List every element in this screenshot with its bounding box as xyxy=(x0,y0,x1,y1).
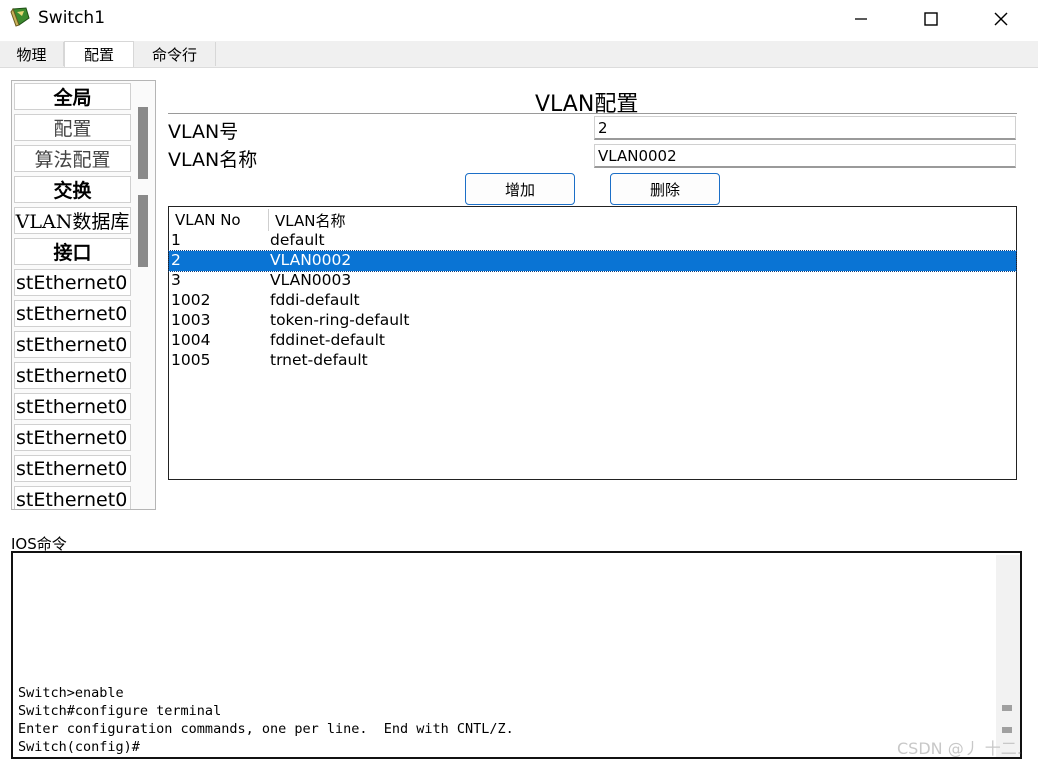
tab-physical[interactable]: 物理 xyxy=(0,42,64,66)
sidebar-nav: 全局 配置 算法配置 交换 VLAN数据库 接口 stEthernet0 stE… xyxy=(11,80,156,510)
maximize-icon xyxy=(924,12,938,26)
sidebar-item-ethernet[interactable]: stEthernet0 xyxy=(14,424,131,451)
title-divider xyxy=(168,113,1017,114)
vlan-id-cell: 3 xyxy=(171,271,181,289)
sidebar-scroll-thumb[interactable] xyxy=(138,195,148,267)
column-header-vlan-no[interactable]: VLAN No xyxy=(175,209,241,231)
vlan-number-label: VLAN号 xyxy=(168,121,239,143)
minimize-icon xyxy=(855,18,867,20)
add-vlan-button[interactable]: 增加 xyxy=(465,173,575,205)
table-row[interactable]: 1002 fddi-default xyxy=(169,291,1016,311)
vlan-name-label: VLAN名称 xyxy=(168,149,258,171)
close-icon xyxy=(994,12,1008,26)
sidebar-item-algorithm[interactable]: 算法配置 xyxy=(14,145,131,172)
sidebar-item-switching[interactable]: 交换 xyxy=(14,176,131,203)
maximize-button[interactable] xyxy=(896,0,966,38)
vlan-name-cell: fddi-default xyxy=(270,291,360,309)
sidebar-item-interface[interactable]: 接口 xyxy=(14,238,131,265)
table-row[interactable]: 3 VLAN0003 xyxy=(169,271,1016,291)
vlan-table: VLAN No VLAN名称 1 default 2 VLAN0002 3 VL… xyxy=(168,206,1017,480)
column-divider[interactable] xyxy=(268,209,269,231)
vlan-name-cell: fddinet-default xyxy=(270,331,386,349)
vlan-id-cell: 2 xyxy=(171,251,181,269)
sidebar-item-ethernet[interactable]: stEthernet0 xyxy=(14,331,131,358)
switch-app-icon xyxy=(10,6,32,28)
sidebar-item-ethernet[interactable]: stEthernet0 xyxy=(14,269,131,296)
sidebar-item-vlan-database[interactable]: VLAN数据库 xyxy=(14,207,131,234)
console-scrollbar[interactable] xyxy=(996,555,1020,757)
watermark: CSDN @丿 十二. xyxy=(897,739,1022,758)
table-row[interactable]: 1004 fddinet-default xyxy=(169,331,1016,351)
console-line: Enter configuration commands, one per li… xyxy=(18,721,514,737)
vlan-name-input[interactable]: VLAN0002 xyxy=(594,144,1016,168)
vlan-name-cell: default xyxy=(270,231,325,249)
console-line: Switch(config)# xyxy=(18,739,140,755)
ios-console[interactable]: Switch>enable Switch#configure terminal … xyxy=(11,551,1022,759)
close-button[interactable] xyxy=(966,0,1036,38)
sidebar-item-settings[interactable]: 配置 xyxy=(14,114,131,141)
vlan-id-cell: 1003 xyxy=(171,311,211,329)
sidebar-scroll-thumb[interactable] xyxy=(138,107,148,179)
table-row[interactable]: 1 default xyxy=(169,231,1016,251)
tab-cli[interactable]: 命令行 xyxy=(134,42,216,66)
table-row-selected[interactable]: 2 VLAN0002 xyxy=(168,250,1017,272)
vlan-id-cell: 1 xyxy=(171,231,181,249)
console-scroll-thumb[interactable] xyxy=(1002,705,1012,711)
tab-config[interactable]: 配置 xyxy=(64,41,134,67)
sidebar-item-ethernet[interactable]: stEthernet0 xyxy=(14,455,131,482)
vlan-name-cell: trnet-default xyxy=(270,351,368,369)
console-line: Switch>enable xyxy=(18,685,124,701)
table-row[interactable]: 1003 token-ring-default xyxy=(169,311,1016,331)
vlan-id-cell: 1002 xyxy=(171,291,211,309)
vlan-id-cell: 1005 xyxy=(171,351,211,369)
vlan-number-input[interactable]: 2 xyxy=(594,116,1016,140)
column-header-vlan-name[interactable]: VLAN名称 xyxy=(275,209,345,231)
sidebar-item-ethernet[interactable]: stEthernet0 xyxy=(14,362,131,389)
table-row[interactable]: 1005 trnet-default xyxy=(169,351,1016,371)
minimize-button[interactable] xyxy=(826,0,896,38)
vlan-name-cell: VLAN0002 xyxy=(270,251,352,269)
sidebar-item-ethernet[interactable]: stEthernet0 xyxy=(14,300,131,327)
delete-vlan-button[interactable]: 删除 xyxy=(610,173,720,205)
sidebar-item-ethernet[interactable]: stEthernet0 xyxy=(14,393,131,420)
vlan-name-cell: token-ring-default xyxy=(270,311,410,329)
console-line: Switch#configure terminal xyxy=(18,703,222,719)
sidebar-item-global[interactable]: 全局 xyxy=(14,83,131,110)
window-title: Switch1 xyxy=(38,8,106,28)
console-scroll-thumb[interactable] xyxy=(1002,727,1012,733)
vlan-name-cell: VLAN0003 xyxy=(270,271,352,289)
vlan-id-cell: 1004 xyxy=(171,331,211,349)
sidebar-item-ethernet[interactable]: stEthernet0 xyxy=(14,486,131,509)
sidebar-scrollbar[interactable] xyxy=(138,107,148,507)
